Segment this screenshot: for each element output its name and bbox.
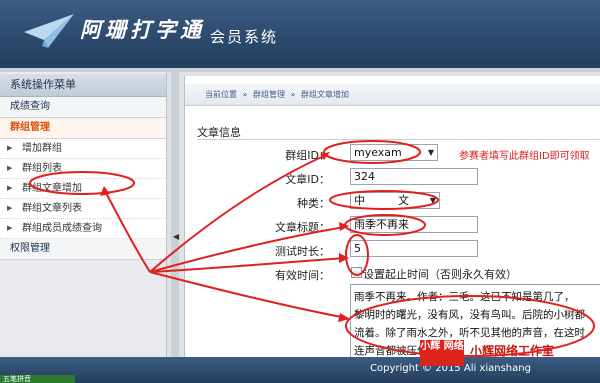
footer: Copyright © 2015 Ali xianshang	[0, 357, 600, 383]
main-panel: 当前位置 » 群组管理 » 群组文章增加 文章信息 群组ID： myexam ▼…	[184, 76, 600, 376]
sidebar-group-group-management[interactable]: 群组管理	[0, 118, 166, 139]
sidebar-item-label: 群组文章列表	[22, 203, 82, 214]
group-id-value: myexam	[354, 146, 402, 159]
content-line: 黎明时的曙光，没有风，没有鸟叫。后院的小树都	[354, 309, 585, 321]
bullet-icon: ▶	[7, 184, 13, 192]
group-id-select[interactable]: myexam ▼	[350, 144, 438, 161]
watermark-logo: 小辉 网络	[420, 340, 464, 366]
test-duration-field[interactable]: 5	[350, 240, 478, 257]
breadcrumb-item[interactable]: 群组管理	[253, 90, 285, 99]
bullet-icon: ▶	[7, 204, 13, 212]
section-title: 文章信息	[197, 126, 241, 139]
group-id-label: 群组ID：	[285, 149, 330, 162]
collapse-left-icon[interactable]: ◀	[173, 232, 179, 241]
ime-status-bar[interactable]: 五笔拼音	[0, 375, 75, 383]
chevron-down-icon: ▼	[429, 196, 436, 205]
sidebar-item-group-list[interactable]: ▶ 群组列表	[0, 159, 166, 179]
valid-time-checkbox-label: 设置起止时间（否则永久有效）	[363, 268, 517, 281]
sidebar-item-member-score[interactable]: ▶ 群组成员成绩查询	[0, 219, 166, 239]
watermark-text: 小辉网络工作室	[470, 344, 555, 358]
article-title-label: 文章标题：	[275, 221, 330, 234]
test-duration-label: 测试时长：	[275, 245, 330, 258]
paper-plane-icon	[24, 14, 74, 48]
breadcrumb: 当前位置 » 群组管理 » 群组文章增加	[185, 84, 600, 106]
sidebar-item-label: 群组列表	[22, 163, 62, 174]
type-label: 种类：	[297, 197, 330, 210]
sidebar-item-add-group[interactable]: ▶ 增加群组	[0, 139, 166, 159]
bullet-icon: ▶	[7, 224, 13, 232]
breadcrumb-separator: »	[290, 90, 296, 99]
content-line: 雨季不再来。作者：三毛。这已不知是第几了，	[354, 291, 575, 303]
type-value: 中 文	[354, 194, 409, 207]
app-subtitle: 会员系统	[210, 28, 279, 46]
app-title: 阿珊打字通	[80, 17, 205, 42]
bullet-icon: ▶	[7, 144, 13, 152]
section-divider	[197, 139, 600, 140]
sidebar-title: 系统操作菜单	[0, 74, 166, 97]
content-line: 流着。除了雨水之外，听不见其他的声音，在这时	[354, 327, 585, 339]
sidebar-collapse-bar[interactable]	[171, 72, 179, 376]
sidebar-item-group-article-add[interactable]: ▶ 群组文章增加	[0, 179, 166, 199]
group-id-hint: 参赛者填写此群组ID即可领取	[459, 151, 590, 162]
sidebar: 系统操作菜单 成绩查询 群组管理 ▶ 增加群组 ▶ 群组列表 ▶ 群组文章增加 …	[0, 72, 167, 376]
sidebar-item-label: 群组文章增加	[22, 183, 82, 194]
article-id-field[interactable]: 324	[350, 168, 478, 185]
valid-time-checkbox[interactable]	[351, 267, 362, 278]
article-title-field[interactable]: 雨季不再来	[350, 216, 478, 233]
sidebar-item-label: 增加群组	[22, 143, 62, 154]
sidebar-group-score[interactable]: 成绩查询	[0, 97, 166, 118]
bullet-icon: ▶	[7, 164, 13, 172]
sidebar-item-group-article-list[interactable]: ▶ 群组文章列表	[0, 199, 166, 219]
breadcrumb-separator: »	[242, 90, 248, 99]
app-header: 阿珊打字通 会员系统	[0, 0, 600, 68]
breadcrumb-item[interactable]: 当前位置	[205, 90, 237, 99]
valid-time-label: 有效时间：	[275, 269, 330, 282]
breadcrumb-item: 群组文章增加	[301, 90, 349, 99]
sidebar-item-label: 群组成员成绩查询	[22, 223, 102, 234]
type-select[interactable]: 中 文 ▼	[350, 192, 440, 209]
article-id-label: 文章ID：	[285, 173, 330, 186]
chevron-down-icon: ▼	[427, 148, 434, 157]
sidebar-group-permission[interactable]: 权限管理	[0, 239, 166, 260]
